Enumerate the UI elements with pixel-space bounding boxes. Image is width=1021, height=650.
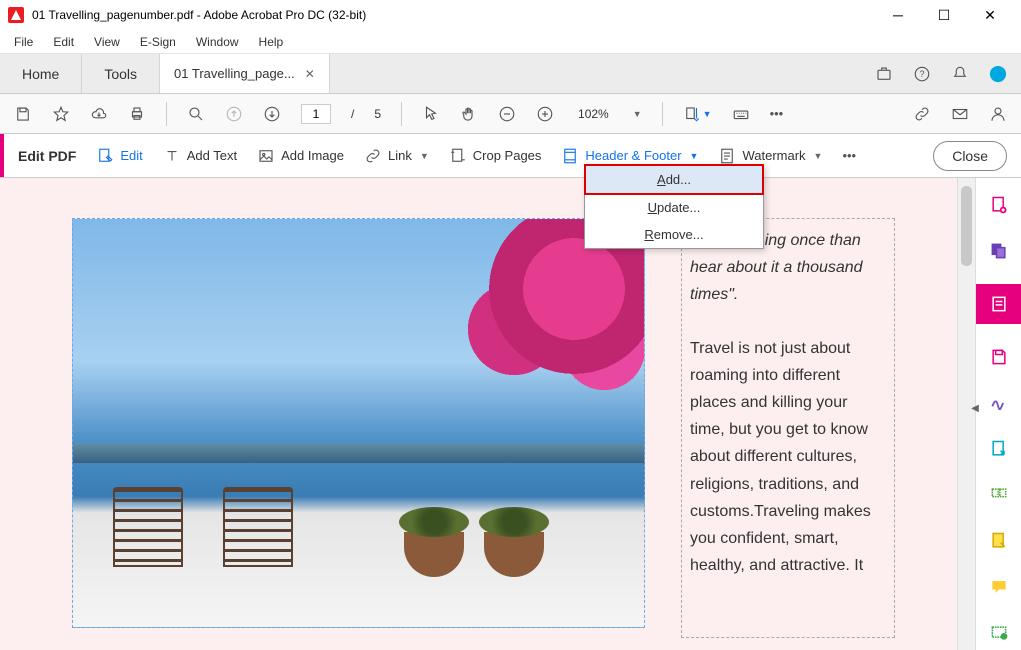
maximize-button[interactable]: ☐ — [921, 0, 967, 30]
more-tools-icon[interactable]: ••• — [770, 106, 784, 121]
rail-save-icon[interactable] — [986, 344, 1012, 370]
rail-comment-icon[interactable] — [986, 574, 1012, 600]
document-tab[interactable]: 01 Travelling_page... ✕ — [160, 54, 330, 93]
menu-file[interactable]: File — [4, 33, 43, 51]
watermark-chevron-icon: ▼ — [814, 151, 823, 161]
document-text-region[interactable]: ee something once than hear about it a t… — [681, 218, 895, 638]
profile-icon[interactable] — [989, 105, 1007, 123]
fit-width-icon[interactable]: ▼ — [683, 105, 712, 123]
watermark-label: Watermark — [742, 148, 805, 163]
keyboard-icon[interactable] — [732, 105, 750, 123]
header-footer-tool[interactable]: Header & Footer ▼ — [561, 147, 698, 165]
account-icon[interactable] — [989, 65, 1007, 83]
minimize-button[interactable]: ─ — [875, 0, 921, 30]
watermark-tool[interactable]: Watermark ▼ — [718, 147, 822, 165]
document-body: Travel is not just about roaming into di… — [690, 335, 886, 580]
edit-tool-label: Edit — [120, 148, 142, 163]
menu-esign[interactable]: E-Sign — [130, 33, 186, 51]
accent-bar — [0, 134, 4, 177]
link-tool-icon[interactable] — [913, 105, 931, 123]
link-tool[interactable]: Link ▼ — [364, 147, 429, 165]
scrollbar-thumb[interactable] — [961, 186, 972, 266]
edit-pdf-title: Edit PDF — [18, 148, 76, 164]
crop-tool[interactable]: Crop Pages — [449, 147, 542, 165]
star-icon[interactable] — [52, 105, 70, 123]
zoom-value[interactable]: 102% — [574, 105, 613, 123]
header-footer-dropdown: AAdd...dd... Update... Remove... — [584, 164, 764, 249]
next-page-icon[interactable] — [263, 105, 281, 123]
cloud-icon[interactable] — [90, 105, 108, 123]
crop-label: Crop Pages — [473, 148, 542, 163]
email-icon[interactable] — [951, 105, 969, 123]
rail-protect-icon[interactable] — [986, 620, 1012, 646]
close-tab-icon[interactable]: ✕ — [305, 67, 315, 81]
editbar-more-icon[interactable]: ••• — [842, 148, 856, 163]
rail-compress-icon[interactable] — [986, 528, 1012, 554]
rail-combine-icon[interactable] — [986, 238, 1012, 264]
page-number-input[interactable] — [301, 104, 331, 124]
help-icon[interactable]: ? — [913, 65, 931, 83]
menu-help[interactable]: Help — [249, 33, 294, 51]
window-title: 01 Travelling_pagenumber.pdf - Adobe Acr… — [32, 8, 875, 22]
document-tab-label: 01 Travelling_page... — [174, 66, 295, 81]
dropdown-add[interactable]: AAdd...dd... — [584, 164, 764, 195]
dropdown-remove[interactable]: Remove... — [585, 221, 763, 248]
prev-page-icon[interactable] — [225, 105, 243, 123]
link-label: Link — [388, 148, 412, 163]
print-icon[interactable] — [128, 105, 146, 123]
home-tab[interactable]: Home — [0, 54, 82, 93]
page-sep: / — [351, 107, 354, 121]
menu-view[interactable]: View — [84, 33, 130, 51]
document-canvas[interactable]: ee something once than hear about it a t… — [0, 178, 957, 650]
search-icon[interactable] — [187, 105, 205, 123]
add-image-tool[interactable]: Add Image — [257, 147, 344, 165]
zoom-in-icon[interactable] — [536, 105, 554, 123]
link-chevron-icon: ▼ — [420, 151, 429, 161]
save-icon[interactable] — [14, 105, 32, 123]
rail-sign-icon[interactable] — [986, 390, 1012, 416]
menu-window[interactable]: Window — [186, 33, 249, 51]
edit-tool[interactable]: Edit — [96, 147, 142, 165]
page-total: 5 — [374, 107, 381, 121]
add-text-label: Add Text — [187, 148, 237, 163]
rail-organize-icon[interactable] — [986, 482, 1012, 508]
tools-tab[interactable]: Tools — [82, 54, 160, 93]
rail-edit-pdf-icon[interactable] — [976, 284, 1021, 324]
rail-expand-icon[interactable]: ◀ — [970, 398, 980, 418]
share-icon[interactable] — [875, 65, 893, 83]
rail-export-icon[interactable] — [986, 436, 1012, 462]
app-icon — [8, 7, 24, 23]
header-footer-chevron-icon: ▼ — [690, 151, 699, 161]
close-window-button[interactable]: ✕ — [967, 0, 1013, 30]
bell-icon[interactable] — [951, 65, 969, 83]
pointer-icon[interactable] — [422, 105, 440, 123]
add-text-tool[interactable]: Add Text — [163, 147, 237, 165]
document-image-region[interactable] — [72, 218, 645, 628]
menu-edit[interactable]: Edit — [43, 33, 84, 51]
rail-create-pdf-icon[interactable] — [986, 192, 1012, 218]
right-tool-rail: ◀ — [975, 178, 1021, 650]
svg-text:?: ? — [919, 69, 924, 79]
zoom-out-icon[interactable] — [498, 105, 516, 123]
dropdown-update[interactable]: Update... — [585, 194, 763, 221]
menu-bar: File Edit View E-Sign Window Help — [0, 30, 1021, 54]
close-editbar-button[interactable]: Close — [933, 141, 1007, 171]
header-footer-label: Header & Footer — [585, 148, 681, 163]
zoom-dropdown-icon[interactable]: ▼ — [633, 109, 642, 119]
hand-icon[interactable] — [460, 105, 478, 123]
add-image-label: Add Image — [281, 148, 344, 163]
